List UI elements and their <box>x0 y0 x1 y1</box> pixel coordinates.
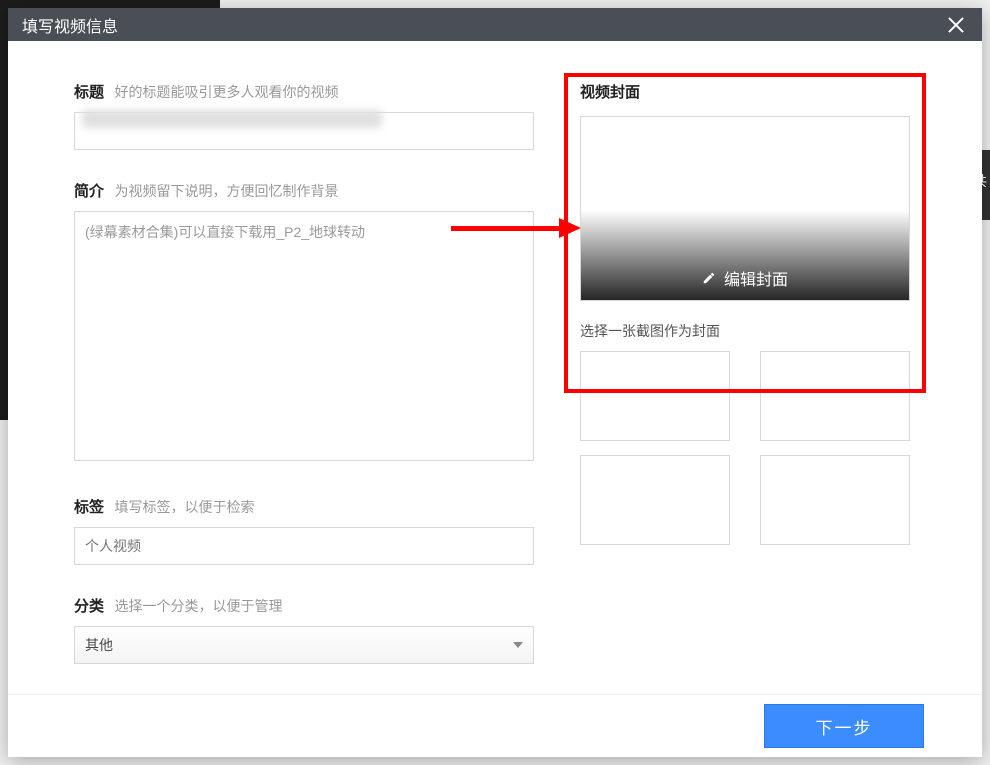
next-button[interactable]: 下一步 <box>764 704 924 748</box>
video-info-dialog: 填写视频信息 标题 好的标题能吸引更多人观看你的视频 简介 为视频留下说明，方便… <box>8 8 982 757</box>
description-field: 简介 为视频留下说明，方便回忆制作背景 <box>74 180 534 466</box>
edit-cover-button[interactable]: 编辑封面 <box>581 266 909 290</box>
pencil-icon <box>702 271 716 285</box>
thumbnail-grid <box>580 351 922 545</box>
category-selected-value: 其他 <box>85 635 113 655</box>
category-select[interactable]: 其他 <box>74 626 534 664</box>
tag-input[interactable] <box>74 527 534 565</box>
category-hint: 选择一个分类，以便于管理 <box>114 598 282 614</box>
cover-preview[interactable]: 编辑封面 <box>580 116 910 301</box>
title-field: 标题 好的标题能吸引更多人观看你的视频 <box>74 81 534 150</box>
category-field: 分类 选择一个分类，以便于管理 其他 <box>74 595 534 664</box>
title-redacted-content <box>82 110 382 128</box>
description-textarea[interactable] <box>74 211 534 461</box>
thumbnail-option[interactable] <box>760 455 910 545</box>
dialog-header: 填写视频信息 <box>8 8 982 41</box>
title-hint: 好的标题能吸引更多人观看你的视频 <box>114 84 338 100</box>
tag-field: 标签 填写标签，以便于检索 <box>74 496 534 565</box>
category-label: 分类 <box>74 598 104 615</box>
cover-section-title: 视频封面 <box>580 81 922 102</box>
thumbnail-option[interactable] <box>760 351 910 441</box>
tag-hint: 填写标签，以便于检索 <box>114 499 254 515</box>
description-hint: 为视频留下说明，方便回忆制作背景 <box>114 183 338 199</box>
close-icon[interactable] <box>944 13 968 37</box>
description-label: 简介 <box>74 183 104 200</box>
dialog-title: 填写视频信息 <box>22 13 118 37</box>
edit-cover-label: 编辑封面 <box>724 266 788 290</box>
thumbnail-hint: 选择一张截图作为封面 <box>580 321 922 341</box>
tag-label: 标签 <box>74 499 104 516</box>
thumbnail-option[interactable] <box>580 455 730 545</box>
dialog-footer: 下一步 <box>8 694 982 757</box>
chevron-down-icon <box>513 642 523 648</box>
title-label: 标题 <box>74 84 104 101</box>
thumbnail-option[interactable] <box>580 351 730 441</box>
